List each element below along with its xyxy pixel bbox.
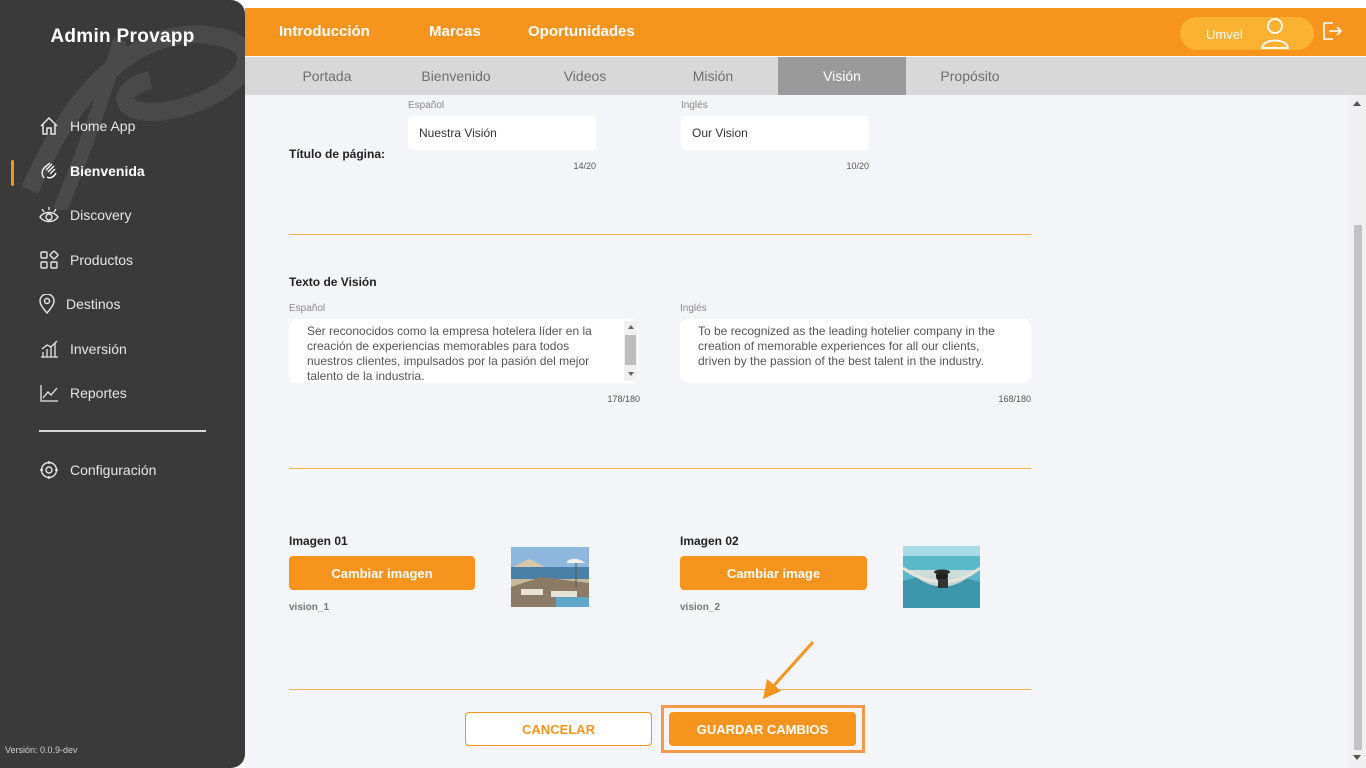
page-scroll-thumb[interactable] [1354, 225, 1362, 750]
sidebar-item-label: Discovery [70, 207, 132, 223]
sidebar-divider [39, 430, 206, 432]
topnav-oportunidades[interactable]: Oportunidades [528, 23, 635, 40]
page-title-label: Título de página: [289, 147, 385, 161]
page-title-en-label: Inglés [681, 100, 708, 111]
user-avatar-icon [1257, 15, 1293, 56]
bar-chart-icon [38, 338, 60, 360]
section-divider [289, 689, 1031, 690]
sidebar-item-label: Destinos [66, 296, 121, 312]
image2-filename: vision_2 [680, 602, 721, 613]
page-title-es-input[interactable] [408, 116, 596, 150]
image1-label: Imagen 01 [289, 534, 348, 548]
sidebar-item-label: Configuración [70, 462, 157, 478]
scroll-down-arrow-icon[interactable] [628, 372, 634, 376]
gear-icon [38, 459, 60, 481]
tab-portada[interactable]: Portada [263, 57, 391, 95]
scroll-up-arrow-icon[interactable] [628, 325, 634, 329]
change-image2-button[interactable]: Cambiar image [680, 556, 867, 590]
image1-thumbnail [511, 547, 589, 607]
home-icon [38, 115, 60, 137]
grid-icon [38, 249, 60, 271]
annotation-arrow-icon [763, 640, 815, 699]
sidebar-item-label: Inversión [70, 341, 127, 357]
tab-videos[interactable]: Videos [521, 57, 649, 95]
image2-thumbnail [903, 546, 980, 608]
vision-text-en-counter: 168/180 [998, 394, 1031, 404]
eye-icon [38, 204, 60, 226]
section-divider [289, 234, 1031, 235]
image2-label: Imagen 02 [680, 534, 739, 548]
sidebar-item-bienvenida[interactable]: Bienvenida [38, 159, 145, 183]
tab-proposito[interactable]: Propósito [906, 57, 1034, 95]
page-title-es-label: Español [408, 100, 445, 111]
sidebar-item-home-app[interactable]: Home App [38, 114, 135, 138]
textarea-scroll-thumb[interactable] [625, 335, 636, 365]
location-pin-icon [38, 293, 56, 315]
sidebar-item-label: Bienvenida [70, 163, 145, 179]
sidebar: Admin Provapp Home App Bienvenida Discov… [0, 0, 245, 768]
vision-text-en-textarea[interactable]: To be recognized as the leading hotelier… [680, 319, 1031, 383]
tab-vision[interactable]: Visión [778, 57, 906, 95]
active-nav-indicator [11, 160, 14, 186]
image1-filename: vision_1 [289, 602, 330, 613]
beach-resort-image-icon [511, 547, 589, 607]
textarea-scrollbar[interactable] [624, 321, 637, 381]
page-scroll-up-icon[interactable] [1353, 101, 1361, 106]
page-title-en-counter: 10/20 [846, 161, 869, 171]
username-label: Umvel [1206, 27, 1243, 42]
topnav-marcas[interactable]: Marcas [429, 23, 481, 40]
cancel-button[interactable]: CANCELAR [465, 712, 652, 746]
sidebar-item-label: Reportes [70, 385, 127, 401]
vision-text-en-label: Inglés [680, 303, 707, 314]
sidebar-item-label: Productos [70, 252, 134, 268]
topnav-introduccion[interactable]: Introducción [279, 23, 370, 40]
hammock-beach-image-icon [903, 546, 980, 608]
page-scroll-down-icon[interactable] [1353, 755, 1361, 760]
save-changes-button[interactable]: GUARDAR CAMBIOS [669, 712, 856, 746]
user-menu[interactable]: Umvel [1180, 17, 1314, 50]
tab-bienvenido[interactable]: Bienvenido [392, 57, 520, 95]
sidebar-item-configuracion[interactable]: Configuración [38, 458, 156, 482]
logout-icon[interactable] [1321, 20, 1343, 47]
page-scrollbar[interactable] [1349, 95, 1366, 768]
sidebar-item-inversion[interactable]: Inversión [38, 337, 127, 361]
main-content: Español 14/20 Inglés 10/20 Título de pág… [245, 95, 1349, 768]
vision-text-es-counter: 178/180 [607, 394, 640, 404]
version-label: Versión: 0.0.9-dev [5, 745, 78, 755]
page-title-es-counter: 14/20 [573, 161, 596, 171]
app-root: Admin Provapp Home App Bienvenida Discov… [0, 0, 1366, 768]
line-chart-icon [38, 382, 60, 404]
sidebar-item-destinos[interactable]: Destinos [38, 292, 120, 316]
sub-tabs: Portada Bienvenido Videos Misión Visión … [245, 57, 1366, 95]
sidebar-item-reportes[interactable]: Reportes [38, 381, 127, 405]
vision-text-es-label: Español [289, 303, 326, 314]
sidebar-item-discovery[interactable]: Discovery [38, 203, 131, 227]
page-title-en-input[interactable] [681, 116, 869, 150]
sidebar-item-productos[interactable]: Productos [38, 248, 133, 272]
vision-text-es-textarea[interactable]: Ser reconocidos como la empresa hotelera… [289, 319, 638, 383]
tab-mision[interactable]: Misión [649, 57, 777, 95]
wave-hand-icon [38, 160, 60, 182]
vision-text-label: Texto de Visión [289, 275, 377, 289]
top-navbar: Introducción Marcas Oportunidades Umvel [245, 8, 1366, 56]
brand-title: Admin Provapp [50, 26, 195, 47]
section-divider [289, 468, 1031, 469]
sidebar-item-label: Home App [70, 118, 136, 134]
change-image1-button[interactable]: Cambiar imagen [289, 556, 475, 590]
